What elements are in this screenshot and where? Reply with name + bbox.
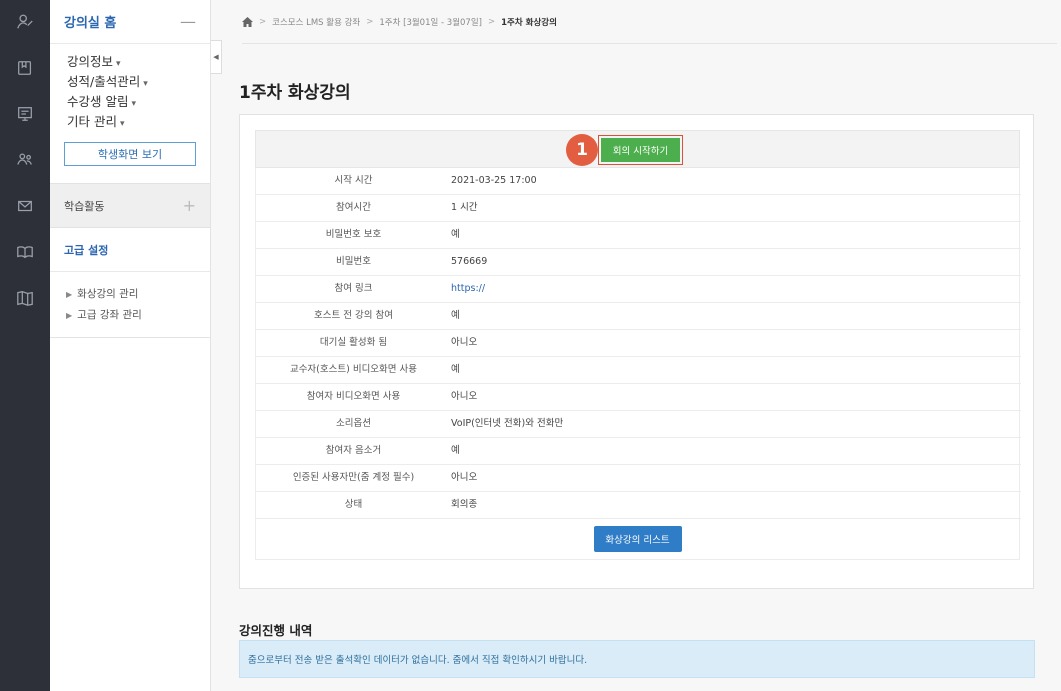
caret-down-icon: ▾ (143, 79, 148, 89)
join-link[interactable]: https:// (451, 276, 485, 302)
presentation-icon[interactable] (15, 104, 35, 124)
breadcrumb-course[interactable]: 코스모스 LMS 활용 강좌 (272, 16, 360, 28)
row-value: 2021-03-25 17:00 (451, 175, 537, 186)
menu-item-grades-attendance[interactable]: 성적/출석관리 ▾ (67, 72, 210, 92)
row-key: 참여 링크 (334, 283, 373, 294)
meeting-info-table: 시작 시간 2021-03-25 17:00 참여시간 1 시간 비밀번호 보호 예 비밀번… (255, 168, 1021, 519)
caret-down-icon: ▾ (119, 119, 125, 129)
attendance-notice: 줌으로부터 전송 받은 출석확인 데이터가 없습니다. 줌에서 직접 확인하시기… (239, 640, 1035, 678)
row-key: 참여자 음소거 (325, 445, 382, 456)
start-button-highlight: 회의 시작하기 (598, 135, 683, 165)
row-value: 아니오 (451, 391, 478, 402)
row-value: 예 (451, 229, 460, 240)
row-key: 호스트 전 강의 참여 (314, 310, 393, 321)
table-row: 참여자 비디오화면 사용 아니오 (256, 384, 1021, 411)
sub-item-video-lecture-management[interactable]: ▶ 화상강의 관리 (66, 284, 142, 305)
row-value: 예 (451, 364, 460, 375)
sub-item-advanced-course-management[interactable]: ▶ 고급 강좌 관리 (66, 305, 142, 326)
user-profile-icon[interactable] (15, 12, 35, 32)
icon-rail (0, 0, 50, 691)
mail-icon[interactable] (15, 196, 35, 216)
divider (50, 337, 210, 338)
start-meeting-button[interactable]: 회의 시작하기 (601, 138, 680, 162)
learning-activity-section[interactable]: 학습활동 + (50, 183, 210, 228)
table-row: 소리옵션 VoIP(인터넷 전화)와 전화만 (256, 411, 1021, 438)
chevron-left-icon: ◀ (213, 53, 219, 61)
breadcrumb-separator: > (366, 17, 374, 27)
triangle-right-icon: ▶ (66, 311, 73, 320)
row-key: 참여시간 (336, 202, 371, 213)
video-lecture-list-button[interactable]: 화상강의 리스트 (593, 526, 682, 552)
advanced-settings-section[interactable]: 고급 설정 (50, 228, 210, 272)
student-view-button[interactable]: 학생화면 보기 (64, 142, 196, 166)
step-badge: 1 (566, 134, 598, 166)
map-icon[interactable] (15, 288, 35, 308)
row-value: 576669 (451, 256, 488, 267)
collapse-icon[interactable]: — (180, 12, 196, 31)
open-book-icon[interactable] (15, 242, 35, 262)
row-value: 아니오 (451, 472, 478, 483)
table-row: 교수자(호스트) 비디오화면 사용 예 (256, 357, 1021, 384)
row-key: 교수자(호스트) 비디오화면 사용 (289, 364, 418, 375)
menu-item-etc-management[interactable]: 기타 관리 ▾ (67, 112, 210, 132)
meeting-card: 1 회의 시작하기 시작 시간 2021-03-25 17:00 참여시간 1 시간비… (239, 114, 1034, 589)
breadcrumb-current: 1주차 화상강의 (501, 18, 557, 28)
advanced-settings-label: 고급 설정 (64, 243, 109, 257)
course-home-link[interactable]: 강의실 홈 (64, 12, 116, 31)
panel-toggle-button[interactable]: ◀ (211, 40, 222, 74)
table-row: 호스트 전 강의 참여 예 (256, 303, 1021, 330)
row-value: 1 시간 (451, 202, 478, 213)
caret-down-icon: ▾ (131, 99, 137, 109)
breadcrumb-separator: > (487, 17, 496, 27)
meeting-header-row: 1 회의 시작하기 (255, 130, 1020, 168)
table-row: 시작 시간 2021-03-25 17:00 (256, 168, 1021, 195)
table-row: 인증된 사용자만(줌 계정 필수) 아니오 (256, 465, 1021, 492)
caret-down-icon: ▾ (116, 59, 121, 69)
row-key: 비밀번호 (336, 256, 371, 267)
book-icon[interactable] (15, 58, 35, 78)
breadcrumb: > 코스모스 LMS 활용 강좌 > 1주차 [3월01일 - 3월07일] >… (242, 16, 557, 28)
row-key: 시작 시간 (334, 175, 373, 186)
row-value: 아니오 (451, 337, 478, 348)
list-button-row: 화상강의 리스트 (255, 519, 1020, 560)
breadcrumb-week[interactable]: 1주차 [3월01일 - 3월07일] (379, 16, 482, 28)
plus-icon[interactable]: + (183, 196, 196, 215)
course-panel: 강의실 홈 — 강의정보 ▾ 성적/출석관리 ▾ 수강생 알림 ▾ 기타 관리 ▾ 학생… (50, 0, 211, 691)
row-key: 인증된 사용자만(줌 계정 필수) (292, 472, 415, 483)
table-row: 비밀번호 보호 예 (256, 222, 1021, 249)
row-key: 소리옵션 (336, 418, 371, 429)
learning-activity-label: 학습활동 (64, 199, 105, 213)
row-value: 예 (451, 445, 460, 456)
breadcrumb-separator: > (259, 17, 267, 27)
divider (242, 43, 1057, 44)
home-icon[interactable] (242, 17, 253, 27)
row-key: 대기실 활성화 됨 (319, 337, 388, 348)
main-content: > 코스모스 LMS 활용 강좌 > 1주차 [3월01일 - 3월07일] >… (222, 0, 1061, 691)
table-row: 참여시간 1 시간 (256, 195, 1021, 222)
row-value: 예 (451, 310, 460, 321)
advanced-sub-list: ▶ 화상강의 관리 ▶ 고급 강좌 관리 (66, 284, 142, 326)
course-menu: 강의정보 ▾ 성적/출석관리 ▾ 수강생 알림 ▾ 기타 관리 ▾ (50, 44, 210, 132)
table-row: 참여자 음소거 예 (256, 438, 1021, 465)
triangle-right-icon: ▶ (66, 290, 73, 299)
row-value: VoIP(인터넷 전화)와 전화만 (451, 418, 564, 429)
table-row: 비밀번호 576669 (256, 249, 1021, 276)
people-icon[interactable] (15, 150, 35, 170)
menu-item-student-notices[interactable]: 수강생 알림 ▾ (67, 92, 210, 112)
table-row: 대기실 활성화 됨 아니오 (256, 330, 1021, 357)
page-title: 1주차 화상강의 (239, 83, 351, 103)
row-key: 참여자 비디오화면 사용 (306, 391, 401, 402)
lecture-history-title: 강의진행 내역 (239, 623, 313, 638)
row-key: 비밀번호 보호 (325, 229, 382, 240)
panel-header: 강의실 홈 — (50, 0, 210, 44)
table-row: 상태 회의종 (256, 492, 1021, 519)
menu-item-course-info[interactable]: 강의정보 ▾ (67, 52, 210, 72)
row-key: 상태 (344, 499, 363, 510)
table-row: 참여 링크 https:// (256, 276, 1021, 303)
row-value: 회의종 (451, 499, 478, 510)
